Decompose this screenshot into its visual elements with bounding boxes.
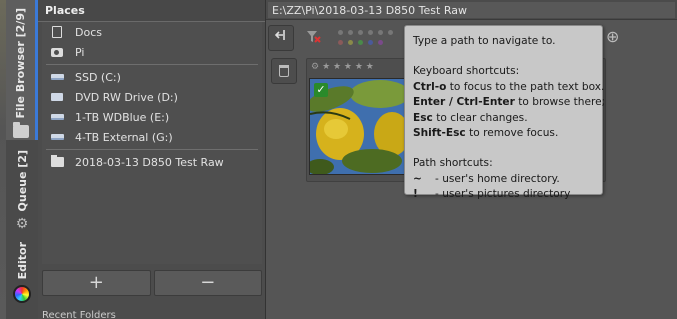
tab-editor-label: Editor (15, 242, 29, 280)
place-item-label: Pi (75, 45, 85, 59)
color-dot (348, 30, 353, 35)
color-dot (378, 30, 383, 35)
shortcut-desc: to clear changes. (432, 111, 528, 124)
places-list: Docs Pi SSD (C:) DVD RW Drive (D:) 1-TB … (42, 22, 262, 264)
toggle-places-button[interactable] (268, 25, 294, 51)
remove-place-button[interactable]: − (153, 270, 262, 296)
shortcut-desc: to focus to the path text box. (446, 80, 605, 93)
color-label-filter[interactable] (338, 30, 393, 35)
places-buttons: + − (42, 270, 262, 296)
tab-queue[interactable]: Queue [2] ⚙ (6, 150, 38, 234)
rating-stars[interactable]: ★ ★ ★ ★ ★ (322, 62, 374, 72)
shortcut-key: ~ (413, 172, 422, 185)
color-dot (338, 30, 343, 35)
trash-icon (279, 65, 289, 77)
vertical-tab-strip: File Browser [2/9] Queue [2] ⚙ Editor (0, 0, 38, 319)
folder-icon (50, 155, 64, 167)
gears-icon: ⚙ (311, 62, 320, 72)
drive-icon (50, 114, 64, 120)
tab-file-browser[interactable]: File Browser [2/9] (6, 0, 38, 140)
color-dot (368, 30, 373, 35)
document-icon (52, 26, 62, 38)
tab-editor[interactable]: Editor (6, 242, 38, 319)
place-item-label: 4-TB External (G:) (75, 130, 173, 144)
place-item-current-folder[interactable]: 2018-03-13 D850 Test Raw (42, 152, 262, 172)
color-dot (388, 30, 393, 35)
divider (46, 149, 258, 150)
place-item-label: SSD (C:) (75, 70, 121, 84)
shortcut-key: ! (413, 188, 418, 201)
place-item-ssd[interactable]: SSD (C:) (42, 67, 262, 87)
place-item-external[interactable]: 4-TB External (G:) (42, 127, 262, 147)
shortcut-desc: to remove focus. (465, 127, 559, 140)
place-item-docs[interactable]: Docs (42, 22, 262, 42)
shortcut-key: Esc (413, 111, 433, 124)
tab-queue-label: Queue [2] (15, 150, 29, 212)
place-item-wdblue[interactable]: 1-TB WDBlue (E:) (42, 107, 262, 127)
collapse-left-icon (274, 30, 285, 40)
places-header: Places (38, 0, 265, 22)
place-item-label: 2018-03-13 D850 Test Raw (75, 155, 224, 169)
color-label-filter-row[interactable] (338, 40, 383, 45)
filter-area (304, 26, 404, 50)
path-tooltip: Type a path to navigate to. Keyboard sho… (404, 25, 606, 200)
places-panel: Places Docs Pi SSD (C:) DVD RW Drive (D:… (38, 0, 266, 319)
gears-icon: ⚙ (15, 216, 29, 233)
tooltip-ps-title: Path shortcuts: (413, 157, 493, 170)
shortcut-key: Enter / Ctrl-Enter (413, 96, 515, 109)
shortcut-key: Shift-Esc (413, 127, 466, 140)
path-bar (266, 0, 677, 20)
file-browser-main: ⊕ ⚙ ★ ★ ★ ★ ★ ✓ Type a (266, 0, 677, 319)
filter-clear-icon[interactable] (306, 30, 322, 44)
color-wheel-icon (13, 285, 31, 304)
color-dot-blue (368, 40, 373, 45)
place-item-label: Docs (75, 25, 102, 39)
shortcut-key: Ctrl-o (413, 80, 447, 93)
folder-icon (12, 121, 29, 138)
shortcut-desc: - user's home directory. (435, 172, 560, 185)
add-place-button[interactable]: + (42, 270, 151, 296)
shortcut-desc: to browse there; (514, 96, 606, 109)
color-dot-red (338, 40, 343, 45)
place-item-dvd[interactable]: DVD RW Drive (D:) (42, 87, 262, 107)
color-dot-yellow (348, 40, 353, 45)
recent-folders-label: Recent Folders (42, 310, 116, 319)
color-dot-purple (378, 40, 383, 45)
zoom-icon[interactable]: ⊕ (606, 27, 619, 46)
place-item-label: DVD RW Drive (D:) (75, 90, 178, 104)
tab-file-browser-label: File Browser [2/9] (14, 8, 27, 119)
tooltip-line: Type a path to navigate to. (413, 35, 556, 47)
thumbnail-image[interactable]: ✓ (309, 78, 407, 175)
trash-button[interactable] (271, 58, 297, 84)
drive-icon (50, 134, 64, 140)
color-dot (358, 30, 363, 35)
place-item-label: 1-TB WDBlue (E:) (75, 110, 170, 124)
side-buttons (271, 58, 297, 84)
divider (46, 64, 258, 65)
shortcut-desc: - user's pictures directory (435, 188, 571, 201)
color-dot-green (358, 40, 363, 45)
thumbnail-meta: ⚙ ★ ★ ★ ★ ★ (311, 62, 374, 72)
place-item-pi[interactable]: Pi (42, 42, 262, 62)
camera-icon (51, 47, 63, 57)
check-icon: ✓ (314, 83, 328, 97)
dvd-icon (51, 93, 63, 101)
drive-icon (50, 74, 64, 80)
path-input[interactable] (268, 2, 675, 18)
tooltip-kb-title: Keyboard shortcuts: (413, 65, 520, 78)
